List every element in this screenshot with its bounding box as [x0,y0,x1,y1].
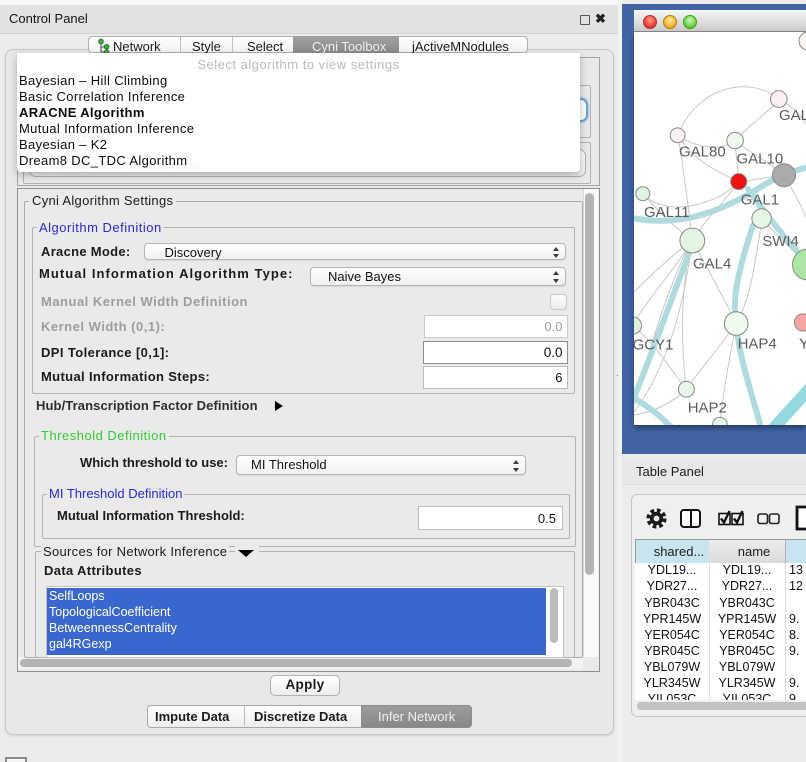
svg-text:GAL2: GAL2 [779,107,806,124]
svg-text:HAP4: HAP4 [738,335,777,352]
svg-text:GAL10: GAL10 [737,150,784,167]
svg-text:GAL80: GAL80 [679,143,726,160]
svg-text:GAL11: GAL11 [644,204,690,221]
svg-text:GCY1: GCY1 [634,336,673,353]
svg-text:HAP2: HAP2 [688,399,727,416]
svg-text:SWI4: SWI4 [762,233,799,250]
svg-text:Y: Y [799,335,806,352]
svg-text:GAL4: GAL4 [693,255,731,272]
svg-text:GAL1: GAL1 [741,191,779,208]
